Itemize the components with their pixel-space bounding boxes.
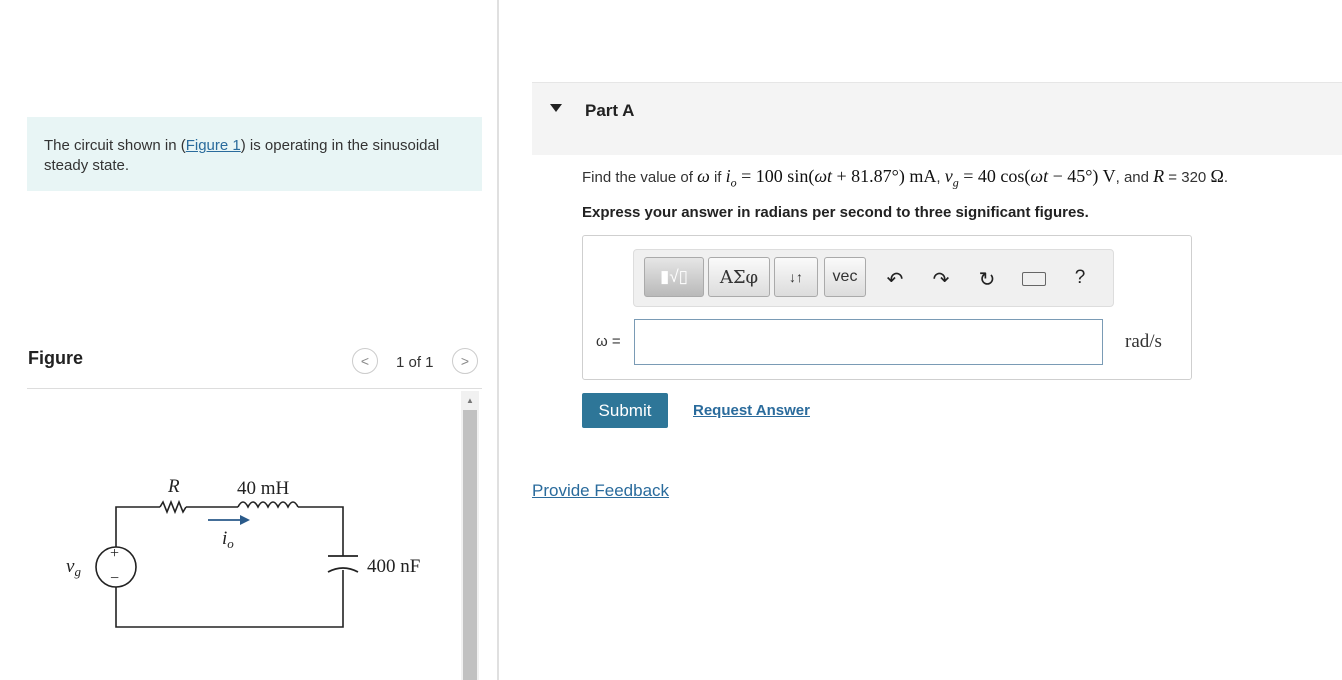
scroll-up-arrow-icon[interactable]: ▲: [461, 391, 479, 409]
inductor-label: 40 mH: [237, 478, 290, 499]
part-title: Part A: [585, 101, 635, 120]
reset-icon[interactable]: ↻: [975, 267, 999, 292]
chevron-right-icon: >: [460, 353, 470, 369]
source-minus-sign: −: [110, 570, 119, 587]
io-expression: io = 100 sin(ωt + 81.87°) mA: [725, 166, 937, 190]
question-prefix: Find the value of: [582, 169, 698, 186]
question-and: , and: [1115, 169, 1154, 186]
answer-label: ω =: [596, 333, 621, 350]
source-label: vg: [66, 556, 81, 579]
vg-expression: vg = 40 cos(ωt − 45°) V: [944, 166, 1116, 190]
figure-page-counter: 1 of 1: [396, 354, 434, 371]
ohm-symbol: Ω: [1210, 166, 1224, 186]
answer-input[interactable]: [634, 319, 1103, 365]
problem-intro-text: The circuit shown in (Figure 1) is opera…: [44, 136, 444, 176]
templates-icon: ▮√▯: [659, 267, 689, 286]
intro-prefix: The circuit shown in (: [44, 137, 186, 154]
help-icon[interactable]: ?: [1068, 267, 1092, 289]
prev-figure-button[interactable]: <: [352, 348, 378, 374]
figure-link[interactable]: Figure 1: [186, 137, 241, 154]
r-symbol: R: [1153, 166, 1165, 186]
omega-symbol: ω: [697, 166, 710, 186]
question-separator: ,: [936, 169, 945, 186]
next-figure-button[interactable]: >: [452, 348, 478, 374]
circuit-diagram: + − R 40 mH io 400 nF vg: [66, 476, 420, 628]
question-if: if: [709, 169, 726, 186]
chevron-left-icon: <: [360, 353, 370, 369]
part-a-header[interactable]: [532, 82, 1342, 155]
undo-icon[interactable]: ↶: [883, 267, 907, 292]
question-text: Find the value of ω if io = 100 sin(ωt +…: [582, 166, 1228, 191]
circuit-wires: [115, 506, 344, 628]
vector-button[interactable]: vec: [824, 257, 866, 297]
collapse-caret-icon[interactable]: [550, 104, 562, 112]
arrows-button[interactable]: ↓↑: [774, 257, 818, 297]
templates-button[interactable]: ▮√▯: [644, 257, 704, 297]
current-arrow-head: [240, 515, 250, 525]
answer-instruction: Express your answer in radians per secon…: [582, 204, 1089, 221]
redo-icon[interactable]: ↷: [929, 267, 953, 292]
resistor-symbol: [159, 499, 187, 515]
question-end: .: [1223, 169, 1228, 186]
answer-unit: rad/s: [1125, 331, 1162, 352]
figure-divider: [27, 388, 482, 389]
provide-feedback-link[interactable]: Provide Feedback: [532, 481, 669, 501]
r-value: = 320: [1164, 169, 1211, 186]
capacitor-label: 400 nF: [367, 556, 420, 577]
inductor-symbol: [237, 501, 299, 509]
keyboard-icon[interactable]: [1022, 272, 1046, 286]
request-answer-link[interactable]: Request Answer: [693, 402, 810, 419]
resistor-label: R: [167, 476, 180, 497]
source-plus-sign: +: [110, 545, 119, 562]
submit-button[interactable]: Submit: [582, 393, 668, 428]
column-divider: [497, 0, 499, 680]
greek-symbols-button[interactable]: ΑΣφ: [708, 257, 770, 297]
figure-scrollbar-thumb[interactable]: [463, 410, 477, 680]
current-label: io: [222, 528, 234, 551]
figure-title: Figure: [28, 348, 84, 368]
